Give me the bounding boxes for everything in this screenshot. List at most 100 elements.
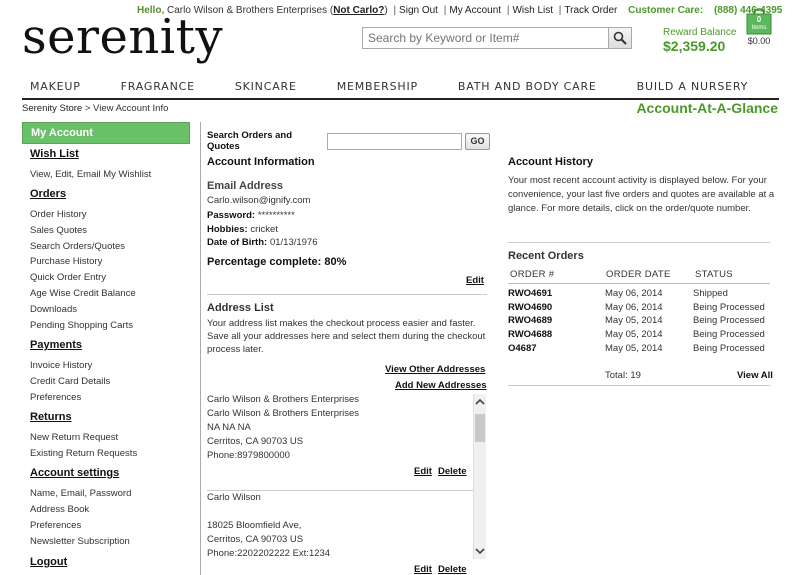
page-title: Account-At-A-Glance: [636, 100, 778, 116]
edit-account-link[interactable]: Edit: [466, 275, 484, 286]
address-1-delete-link[interactable]: Delete: [438, 466, 467, 477]
wish-list-link[interactable]: Wish List: [512, 5, 553, 16]
breadcrumb-store[interactable]: Serenity Store: [22, 103, 82, 114]
address-desc-1: Your address list makes the checkout pro…: [207, 318, 476, 329]
order-date: May 05, 2014: [605, 343, 663, 354]
password-label: Password:: [207, 210, 256, 221]
sidebar-item-downloads[interactable]: Downloads: [22, 304, 77, 315]
address-scrollbar[interactable]: [473, 394, 486, 559]
sidebar-item-payment-preferences[interactable]: Preferences: [22, 392, 81, 403]
search-orders-input[interactable]: [327, 132, 462, 150]
scroll-up-icon[interactable]: [475, 398, 485, 406]
col-status: STATUS: [695, 269, 733, 280]
sidebar-section-account-settings[interactable]: Account settings: [22, 467, 119, 479]
address-2-line-3: 18025 Bloomfield Ave,: [207, 520, 302, 531]
view-all-link[interactable]: View All: [737, 370, 773, 381]
divider: [508, 283, 770, 284]
sidebar-item-newsletter[interactable]: Newsletter Subscription: [22, 536, 130, 547]
table-row: RWO4691 May 06, 2014 Shipped: [508, 288, 770, 301]
cart-widget[interactable]: 0 Items $0.00: [744, 7, 774, 46]
sidebar-item-quick-order[interactable]: Quick Order Entry: [22, 272, 106, 283]
sidebar-section-orders[interactable]: Orders: [22, 188, 66, 200]
sidebar-item-existing-returns[interactable]: Existing Return Requests: [22, 448, 137, 459]
sidebar-section-payments[interactable]: Payments: [22, 339, 82, 351]
not-me-link[interactable]: Not Carlo?: [333, 5, 384, 16]
nav-build-a-nursery[interactable]: BUILD A NURSERY: [637, 80, 748, 94]
address-2-delete-link[interactable]: Delete: [438, 564, 467, 575]
address-1-line-4: Cerritos, CA 90703 US: [207, 436, 304, 447]
address-1-line-2: Carlo Wilson & Brothers Enterprises: [207, 408, 360, 419]
account-history-heading: Account History: [508, 156, 593, 168]
sidebar-section-wish-list[interactable]: Wish List: [22, 148, 79, 160]
order-number-link[interactable]: RWO4688: [508, 329, 552, 340]
order-status: Being Processed: [693, 302, 765, 313]
nav-membership[interactable]: MEMBERSHIP: [337, 80, 418, 94]
order-number-link[interactable]: O4687: [508, 343, 537, 354]
view-other-addresses-link[interactable]: View Other Addresses: [385, 364, 485, 375]
sidebar-item-new-return[interactable]: New Return Request: [22, 432, 118, 443]
sidebar-logout[interactable]: Logout: [22, 556, 67, 568]
scroll-down-icon[interactable]: [475, 547, 485, 555]
hobbies-label: Hobbies:: [207, 224, 248, 235]
divider: [508, 385, 770, 386]
nav-skincare[interactable]: SKINCARE: [235, 80, 297, 94]
col-order-number: ORDER #: [510, 269, 555, 280]
my-account-link[interactable]: My Account: [449, 5, 501, 16]
divider: [207, 490, 473, 491]
search-button[interactable]: [608, 28, 631, 48]
order-status: Being Processed: [693, 343, 765, 354]
sidebar-item-wishlist-desc[interactable]: View, Edit, Email My Wishlist: [22, 169, 151, 180]
go-button[interactable]: GO: [465, 132, 490, 150]
sidebar-item-credit-card[interactable]: Credit Card Details: [22, 376, 110, 387]
nav-makeup[interactable]: MAKEUP: [30, 80, 81, 94]
sidebar-item-search-orders[interactable]: Search Orders/Quotes: [22, 241, 125, 252]
track-order-link[interactable]: Track Order: [564, 5, 617, 16]
sidebar-section-returns[interactable]: Returns: [22, 411, 72, 423]
divider: [508, 242, 770, 243]
address-2-line-4: Cerritos, CA 90703 US: [207, 534, 304, 545]
scrollbar-thumb[interactable]: [475, 414, 485, 442]
search-icon: [613, 31, 627, 45]
nav-fragrance[interactable]: FRAGRANCE: [121, 80, 195, 94]
orders-total: Total: 19: [605, 370, 641, 381]
search-input[interactable]: [363, 28, 608, 48]
sidebar-item-sales-quotes[interactable]: Sales Quotes: [22, 225, 87, 236]
add-new-addresses-link[interactable]: Add New Addresses: [395, 380, 487, 391]
order-number-link[interactable]: RWO4690: [508, 302, 552, 313]
sidebar-item-purchase-history[interactable]: Purchase History: [22, 256, 102, 267]
address-scroll-list[interactable]: Carlo Wilson & Brothers Enterprises Carl…: [207, 394, 487, 575]
dob-label: Date of Birth:: [207, 237, 268, 248]
search-orders-row: Search Orders and Quotes GO: [207, 130, 490, 152]
address-1-edit-link[interactable]: Edit: [414, 466, 432, 477]
shopping-bag-icon[interactable]: 0 Items: [744, 7, 774, 35]
breadcrumb-current: View Account Info: [93, 103, 169, 114]
hobbies-row: Hobbies: cricket: [207, 224, 278, 235]
sidebar-item-credit-balance[interactable]: Age Wise Credit Balance: [22, 288, 136, 299]
sign-out-link[interactable]: Sign Out: [399, 5, 438, 16]
address-desc-3: process later.: [207, 344, 264, 355]
nav-bath-and-body-care[interactable]: BATH AND BODY CARE: [458, 80, 597, 94]
sidebar-item-address-book[interactable]: Address Book: [22, 504, 89, 515]
sidebar-item-my-account[interactable]: My Account: [22, 122, 190, 144]
order-number-link[interactable]: RWO4691: [508, 288, 552, 299]
order-status: Being Processed: [693, 329, 765, 340]
sidebar-item-account-preferences[interactable]: Preferences: [22, 520, 81, 531]
sidebar-item-pending-carts[interactable]: Pending Shopping Carts: [22, 320, 133, 331]
table-row: O4687 May 05, 2014 Being Processed: [508, 343, 770, 356]
sidebar-item-invoice-history[interactable]: Invoice History: [22, 360, 92, 371]
col-order-date: ORDER DATE: [606, 269, 671, 280]
address-desc-2: Save all your addresses here and select …: [207, 331, 486, 342]
reward-balance: Reward Balance $2,359.20: [663, 27, 736, 54]
address-1-line-3: NA NA NA: [207, 422, 251, 433]
sidebar-item-order-history[interactable]: Order History: [22, 209, 86, 220]
logo[interactable]: serenity: [22, 13, 223, 61]
table-row: RWO4689 May 05, 2014 Being Processed: [508, 315, 770, 328]
cart-total: $0.00: [747, 36, 771, 46]
order-status: Shipped: [693, 288, 728, 299]
breadcrumb-sep: >: [84, 103, 91, 114]
order-number-link[interactable]: RWO4689: [508, 315, 552, 326]
reward-label: Reward Balance: [663, 27, 737, 38]
sidebar-item-name-email-password[interactable]: Name, Email, Password: [22, 488, 131, 499]
divider: |: [393, 5, 397, 16]
address-2-edit-link[interactable]: Edit: [414, 564, 432, 575]
